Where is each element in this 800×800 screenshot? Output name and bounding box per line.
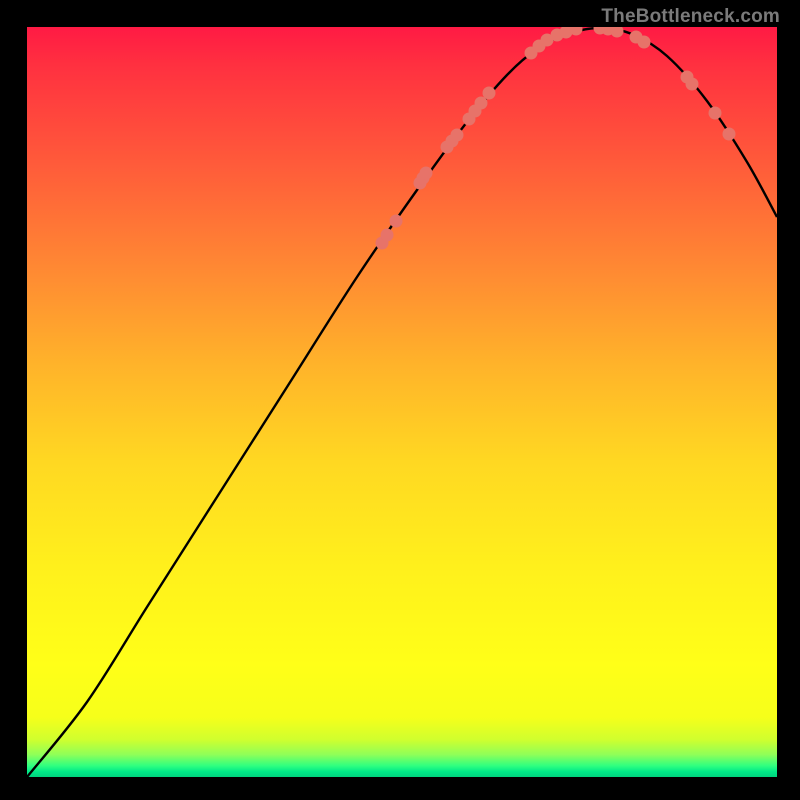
bottleneck-chart <box>27 27 777 777</box>
chart-background-gradient <box>27 27 777 777</box>
watermark-text: TheBottleneck.com <box>601 6 780 28</box>
